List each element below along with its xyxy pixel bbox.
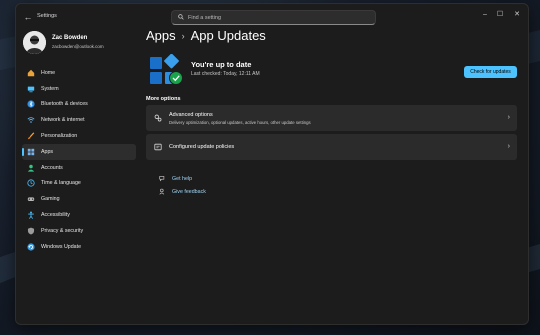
gaming-icon: [27, 197, 35, 202]
profile-email: zacbowden@outlook.com: [52, 44, 104, 49]
search-input[interactable]: Find a setting: [171, 10, 376, 25]
give-feedback-link[interactable]: Give feedback: [159, 188, 206, 195]
globe-clock-icon: [27, 179, 35, 188]
sidebar-item-personalization[interactable]: Personalization: [22, 128, 136, 144]
sidebar-item-accounts[interactable]: Accounts: [22, 160, 136, 176]
sidebar-item-label: Time & language: [41, 180, 81, 187]
user-photo-icon: [23, 31, 46, 54]
sidebar-item-label: Gaming: [41, 196, 60, 203]
card-title: Configured update policies: [169, 144, 235, 150]
sidebar-item-label: Privacy & security: [41, 227, 84, 234]
configured-update-policies-card[interactable]: Configured update policies ›: [146, 134, 517, 160]
last-checked-text: Last checked: Today, 12:11 AM: [191, 71, 260, 77]
help-icon: [159, 176, 165, 182]
shield-icon: [27, 227, 35, 235]
windows-update-icon: [27, 243, 35, 251]
profile-name: Zac Bowden: [52, 35, 88, 41]
feedback-icon: [159, 188, 165, 195]
policy-icon: [154, 143, 162, 151]
minimize-button[interactable]: –: [478, 10, 492, 20]
give-feedback-label: Give feedback: [172, 188, 206, 195]
sidebar-item-label: Accounts: [41, 164, 63, 171]
search-icon: [178, 14, 184, 20]
get-help-label: Get help: [172, 175, 193, 182]
avatar[interactable]: [23, 31, 46, 54]
sidebar-item-system[interactable]: System: [22, 81, 136, 97]
gears-icon: [154, 114, 162, 122]
chevron-right-icon: ›: [507, 143, 510, 150]
sidebar-item-time-language[interactable]: Time & language: [22, 176, 136, 192]
sidebar-item-label: System: [41, 85, 59, 92]
home-icon: [27, 69, 35, 77]
app-title: Settings: [37, 13, 57, 19]
accessibility-icon: [28, 211, 34, 219]
sidebar-item-network[interactable]: Network & internet: [22, 112, 136, 128]
sidebar-item-label: Windows Update: [41, 243, 82, 250]
check-for-updates-button[interactable]: Check for updates: [464, 66, 517, 78]
sidebar-item-label: Home: [41, 69, 56, 76]
more-options-heading: More options: [146, 96, 181, 102]
sidebar-item-windows-update[interactable]: Windows Update: [22, 239, 136, 255]
sidebar-item-gaming[interactable]: Gaming: [22, 191, 136, 207]
status-title: You're up to date: [191, 60, 252, 69]
sidebar-item-bluetooth[interactable]: Bluetooth & devices: [22, 97, 136, 113]
network-icon: [27, 117, 35, 124]
sidebar-item-label: Bluetooth & devices: [41, 101, 88, 108]
sidebar-item-privacy-security[interactable]: Privacy & security: [22, 223, 136, 239]
sidebar-item-home[interactable]: Home: [22, 65, 136, 81]
sidebar-item-label: Apps: [41, 148, 54, 155]
system-icon: [27, 86, 35, 92]
search-placeholder: Find a setting: [188, 14, 222, 21]
settings-window: ← Settings Find a setting – ☐ ✕ Zac Bowd…: [15, 3, 529, 325]
sidebar-item-accessibility[interactable]: Accessibility: [22, 207, 136, 223]
card-title: Advanced options: [169, 112, 213, 118]
brush-icon: [27, 132, 35, 140]
page-title: App Updates: [190, 28, 266, 43]
card-subtitle: Delivery optimization, optional updates,…: [169, 120, 311, 125]
close-button[interactable]: ✕: [510, 10, 524, 20]
sidebar-item-label: Accessibility: [41, 212, 70, 219]
bluetooth-icon: [27, 100, 35, 109]
breadcrumb-parent-apps[interactable]: Apps: [146, 28, 176, 43]
title-bar: ← Settings Find a setting – ☐ ✕: [16, 4, 528, 30]
breadcrumb: Apps › App Updates: [146, 28, 266, 43]
sidebar-item-label: Personalization: [41, 133, 78, 140]
advanced-options-card[interactable]: Advanced options Delivery optimization, …: [146, 105, 517, 131]
maximize-button[interactable]: ☐: [493, 10, 507, 20]
sidebar-item-apps[interactable]: Apps: [22, 143, 136, 160]
sidebar-item-label: Network & internet: [41, 117, 85, 124]
accounts-icon: [27, 164, 35, 172]
chevron-right-icon: ›: [507, 114, 510, 121]
apps-icon: [27, 148, 35, 156]
breadcrumb-separator: ›: [181, 31, 185, 41]
app-updates-icon: [150, 54, 183, 85]
sidebar-nav: Home System Bluetooth & devices Network …: [22, 65, 136, 255]
get-help-link[interactable]: Get help: [159, 175, 192, 182]
back-arrow-icon[interactable]: ←: [22, 11, 34, 23]
